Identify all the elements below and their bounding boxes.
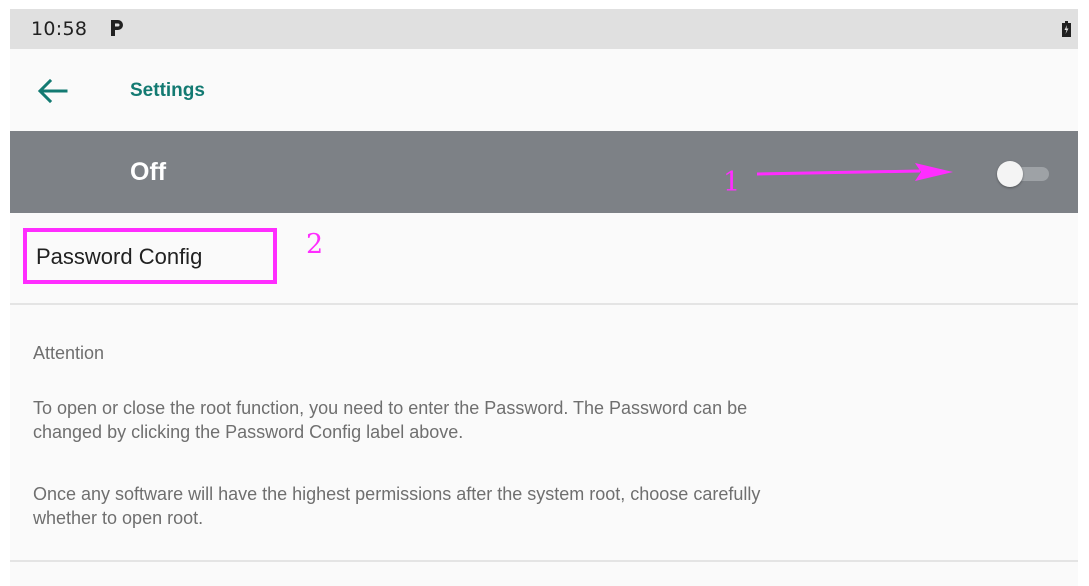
attention-paragraph-2-line-2: whether to open root. bbox=[33, 508, 204, 528]
annotation-marker-1: 1 bbox=[723, 167, 741, 198]
status-time: 10:58 bbox=[31, 18, 88, 40]
parking-p-icon bbox=[111, 20, 123, 36]
annotation-arrow-icon bbox=[756, 163, 953, 181]
attention-paragraph-1-line-1: To open or close the root function, you … bbox=[33, 398, 748, 418]
attention-title: Attention bbox=[33, 343, 105, 363]
password-config-label: Password Config bbox=[36, 244, 203, 269]
attention-paragraph-2-line-1: Once any software will have the highest … bbox=[33, 484, 761, 504]
toggle-thumb bbox=[997, 161, 1023, 187]
annotation-marker-2: 2 bbox=[306, 229, 324, 260]
attention-section: Attention To open or close the root func… bbox=[10, 305, 1078, 562]
password-config-button[interactable]: Password Config bbox=[23, 228, 277, 284]
attention-paragraph-1-line-2: changed by clicking the Password Config … bbox=[33, 422, 464, 442]
switch-state-label: Off bbox=[130, 158, 167, 186]
page-title: Settings bbox=[130, 80, 205, 101]
password-config-row[interactable]: Password Config 2 bbox=[10, 213, 1078, 305]
battery-icon bbox=[1062, 21, 1071, 37]
app-bar: Settings bbox=[10, 49, 1078, 131]
settings-screen: 10:58 Settings Off 1 Password Config 2 A… bbox=[10, 9, 1078, 586]
attention-paragraph-2: Once any software will have the highest … bbox=[33, 482, 1033, 530]
root-toggle-switch[interactable] bbox=[997, 161, 1053, 187]
arrow-left-icon[interactable] bbox=[36, 77, 68, 105]
attention-paragraph-1: To open or close the root function, you … bbox=[33, 396, 1033, 444]
status-bar: 10:58 bbox=[10, 9, 1078, 49]
